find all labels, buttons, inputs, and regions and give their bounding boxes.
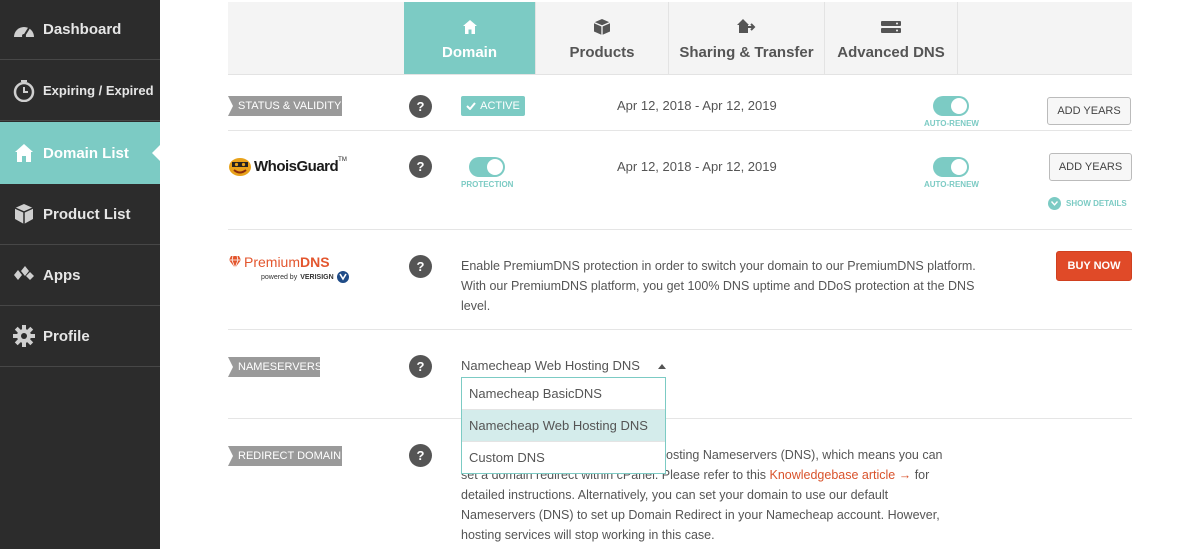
tab-domain[interactable]: Domain <box>404 2 536 74</box>
sidebar-item-label: Domain List <box>43 144 129 162</box>
protection-label: PROTECTION <box>461 180 514 189</box>
whoisguard-mascot-icon <box>229 158 251 176</box>
tab-label: Advanced DNS <box>837 43 945 61</box>
redirect-help-icon[interactable]: ? <box>409 444 432 467</box>
nameservers-help-icon[interactable]: ? <box>409 355 432 378</box>
sidebar-item-label: Expiring / Expired <box>43 83 154 98</box>
whoisguard-logo: WhoisGuard TM <box>228 155 347 177</box>
clock-icon <box>12 79 36 103</box>
gear-icon <box>12 324 36 348</box>
redirect-domain-tag: REDIRECT DOMAIN <box>228 446 342 466</box>
divider <box>228 329 1132 330</box>
nameservers-selected-value: Namecheap Web Hosting DNS <box>461 358 640 373</box>
sidebar-item-domain-list[interactable]: Domain List <box>0 122 160 184</box>
divider <box>228 418 1132 419</box>
whoisguard-add-years-button[interactable]: ADD YEARS <box>1049 153 1132 181</box>
redirect-text: for <box>911 468 930 482</box>
home-icon <box>462 16 478 38</box>
tab-sharing-transfer[interactable]: Sharing & Transfer <box>669 2 825 74</box>
status-help-icon[interactable]: ? <box>409 95 432 118</box>
speedometer-icon <box>12 18 36 42</box>
premiumdns-help-icon[interactable]: ? <box>409 255 432 278</box>
knowledgebase-article-link[interactable]: Knowledgebase article → <box>769 468 911 482</box>
sidebar-item-profile[interactable]: Profile <box>0 306 160 367</box>
box-icon <box>12 202 36 226</box>
verisign-label: VERISIGN <box>300 273 334 281</box>
show-details-link[interactable]: SHOW DETAILS <box>1048 197 1127 210</box>
auto-renew-toggle[interactable] <box>933 96 969 116</box>
apps-icon <box>12 263 36 287</box>
caret-up-icon <box>658 364 666 369</box>
sidebar-item-apps[interactable]: Apps <box>0 245 160 306</box>
verisign-check-icon <box>336 271 349 283</box>
nameservers-select[interactable]: Namecheap Web Hosting DNS <box>461 358 666 376</box>
tab-advanced-dns[interactable]: Advanced DNS <box>825 2 958 74</box>
nameserver-option-custom-dns[interactable]: Custom DNS <box>462 441 665 473</box>
check-icon <box>466 102 476 110</box>
premium-logo-prefix: Premium <box>244 254 301 270</box>
add-years-button[interactable]: ADD YEARS <box>1047 97 1131 125</box>
premiumdns-logo: Premium DNS powered by VERISIGN <box>228 254 350 284</box>
nameservers-tag: NAMESERVERS <box>228 357 322 377</box>
tab-label: Sharing & Transfer <box>679 43 814 61</box>
whoisguard-logo-text: WhoisGuard <box>254 157 339 175</box>
sidebar-item-label: Product List <box>43 205 131 223</box>
nameserver-option-web-hosting-dns[interactable]: Namecheap Web Hosting DNS <box>462 409 665 441</box>
whoisguard-help-icon[interactable]: ? <box>409 155 432 178</box>
diamond-icon <box>229 255 241 269</box>
buy-now-button[interactable]: BUY NOW <box>1056 251 1132 281</box>
powered-by-label: powered by <box>261 273 298 281</box>
server-icon <box>880 16 902 38</box>
chevron-down-icon <box>1048 197 1061 210</box>
auto-renew-label: AUTO-RENEW <box>924 119 979 128</box>
status-dates: Apr 12, 2018 - Apr 12, 2019 <box>617 98 777 113</box>
sidebar: Dashboard Expiring / Expired Domain List… <box>0 0 160 549</box>
premiumdns-description: Enable PremiumDNS protection in order to… <box>461 259 976 313</box>
whoisguard-auto-renew-toggle[interactable] <box>933 157 969 177</box>
box-icon <box>593 16 611 38</box>
sidebar-item-label: Apps <box>43 266 81 284</box>
status-badge: ACTIVE <box>461 96 525 116</box>
sidebar-item-label: Profile <box>43 327 90 345</box>
sidebar-item-dashboard[interactable]: Dashboard <box>0 0 160 60</box>
tab-products[interactable]: Products <box>536 2 669 74</box>
whoisguard-dates: Apr 12, 2018 - Apr 12, 2019 <box>617 159 777 174</box>
redirect-line-3: detailed instructions. Alternatively, yo… <box>461 488 889 502</box>
tab-label: Products <box>569 43 635 61</box>
sidebar-item-product-list[interactable]: Product List <box>0 184 160 245</box>
trademark-mark: TM <box>338 157 347 163</box>
home-icon <box>12 141 36 165</box>
status-validity-tag: STATUS & VALIDITY <box>228 96 342 116</box>
domain-tabs: Domain Products Sharing & Transfer Advan… <box>228 2 1132 75</box>
redirect-line-4: Nameservers (DNS) to set up Domain Redir… <box>461 508 940 522</box>
redirect-line-5: hosting services will stop working in th… <box>461 528 715 542</box>
divider <box>228 130 1132 131</box>
whoisguard-protection-toggle[interactable] <box>469 157 505 177</box>
tab-label: Domain <box>441 43 497 61</box>
premium-logo-suffix: DNS <box>300 254 330 270</box>
share-home-icon <box>736 16 758 38</box>
status-badge-label: ACTIVE <box>480 100 520 112</box>
nameservers-dropdown-menu: Namecheap BasicDNS Namecheap Web Hosting… <box>461 377 666 474</box>
nameserver-option-basicdns[interactable]: Namecheap BasicDNS <box>462 378 665 409</box>
auto-renew-label: AUTO-RENEW <box>924 180 979 189</box>
show-details-label: SHOW DETAILS <box>1066 199 1127 208</box>
sidebar-item-expiring[interactable]: Expiring / Expired <box>0 61 160 121</box>
divider <box>228 229 1132 230</box>
sidebar-item-label: Dashboard <box>43 21 122 38</box>
